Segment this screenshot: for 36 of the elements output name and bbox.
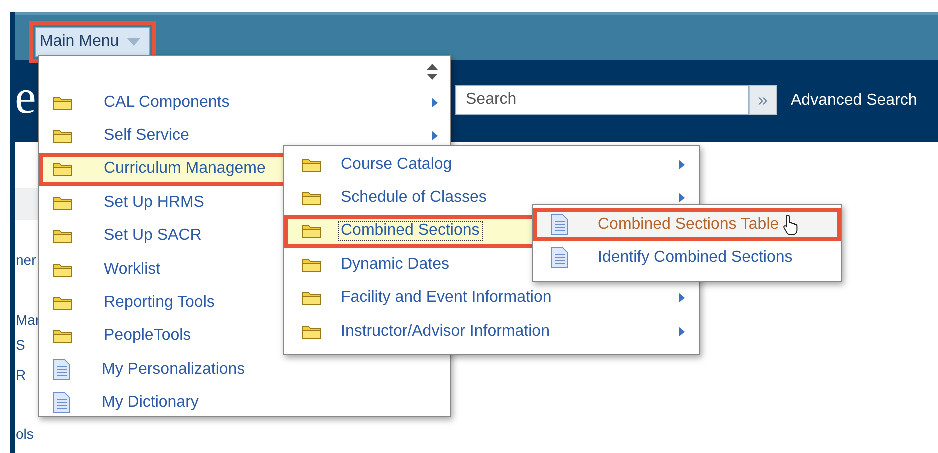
document-icon <box>551 214 569 236</box>
scroll-arrows-icon[interactable] <box>427 64 438 80</box>
folder-icon <box>53 128 73 144</box>
folder-icon <box>53 94 73 111</box>
sidebar-link[interactable]: ols <box>16 426 34 442</box>
folder-icon <box>302 290 322 306</box>
search-field[interactable]: Search <box>455 85 749 115</box>
folder-icon <box>302 256 322 273</box>
sidebar-link[interactable]: Mar <box>16 312 40 328</box>
pointer-hand-icon <box>783 214 800 236</box>
menu-item[interactable]: CAL Components <box>39 86 450 120</box>
folder-icon <box>302 324 322 340</box>
folder-icon <box>53 262 73 278</box>
main-menu-button[interactable]: Main Menu <box>35 27 150 57</box>
folder-icon <box>53 328 73 344</box>
folder-icon <box>53 161 73 178</box>
menu-item[interactable]: Combined Sections Table <box>533 208 841 242</box>
folder-icon <box>53 194 73 211</box>
caret-icon <box>127 38 142 46</box>
sidebar-link[interactable]: ner <box>16 252 36 268</box>
folder-icon <box>302 156 322 173</box>
folder-icon <box>53 228 73 244</box>
document-icon <box>53 358 71 381</box>
menu-item[interactable]: Facility and Event Information <box>284 282 699 315</box>
sidebar-link[interactable]: R <box>16 367 26 383</box>
document-icon <box>551 247 569 270</box>
folder-icon <box>53 295 73 312</box>
logo-text: e <box>15 74 38 122</box>
menu-item[interactable]: My Dictionary <box>39 386 450 420</box>
menu-item[interactable]: Instructor/Advisor Information <box>284 314 699 348</box>
menu-item[interactable]: My Personalizations <box>39 353 450 387</box>
folder-icon <box>302 190 322 206</box>
sidebar-link[interactable]: S <box>16 337 26 353</box>
advanced-search-link[interactable]: Advanced Search <box>791 92 918 110</box>
folder-icon <box>302 223 322 240</box>
document-icon <box>53 392 71 414</box>
